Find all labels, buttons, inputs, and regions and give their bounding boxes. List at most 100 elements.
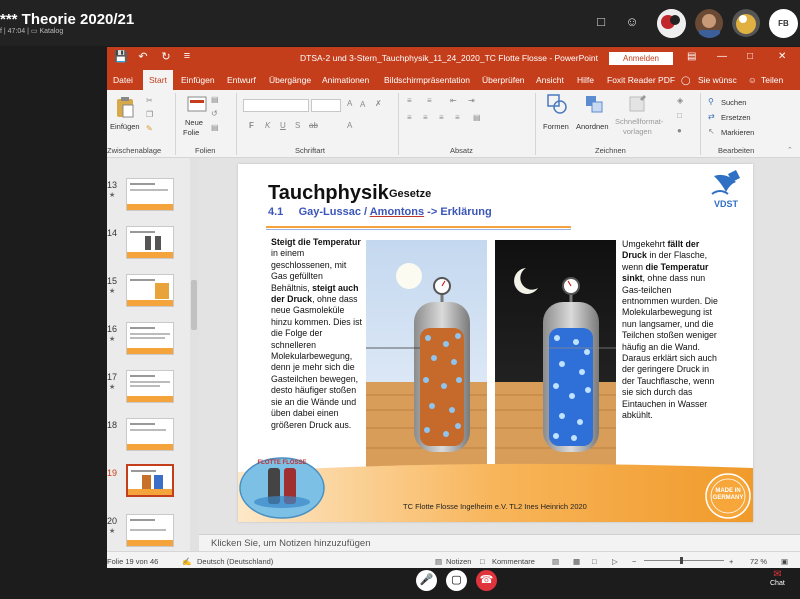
slide-thumbnail-16[interactable] <box>126 322 174 355</box>
shapes-label[interactable]: Formen <box>543 122 569 131</box>
redo-icon[interactable]: ↻ <box>158 50 174 63</box>
arrange-label[interactable]: Anordnen <box>576 122 609 131</box>
font-color-icon[interactable]: A <box>347 121 352 130</box>
search-icon[interactable]: ⚲ <box>708 97 714 106</box>
notes-button[interactable]: Notizen <box>446 557 471 566</box>
tab-foxit[interactable]: Foxit Reader PDF <box>607 75 675 85</box>
slide-thumbnail-14[interactable] <box>126 226 174 259</box>
collapse-ribbon-icon[interactable]: ⌃ <box>787 146 793 154</box>
hang-up-icon[interactable]: ☎ <box>476 570 497 591</box>
close-icon[interactable]: ✕ <box>778 51 786 62</box>
slide-thumbnail-15[interactable] <box>126 274 174 307</box>
slide-thumbnail-20[interactable] <box>126 514 174 547</box>
tab-ansicht[interactable]: Ansicht <box>536 75 564 85</box>
customize-qat-icon[interactable]: ≡ <box>179 50 195 62</box>
grow-font-icon[interactable]: A <box>347 99 352 108</box>
avatar-initials[interactable]: FB <box>769 9 798 38</box>
align-right-icon[interactable]: ≡ <box>439 113 444 122</box>
avatar[interactable] <box>732 9 761 38</box>
arrange-icon[interactable] <box>584 94 604 114</box>
zoom-level[interactable]: 72 % <box>750 557 767 566</box>
replace-label[interactable]: Ersetzen <box>721 113 751 122</box>
effects-icon[interactable]: ● <box>677 126 682 135</box>
language-status[interactable]: Deutsch (Deutschland) <box>197 557 273 566</box>
reading-view-icon[interactable]: □ <box>592 557 597 566</box>
spellcheck-icon[interactable]: ✍ <box>182 557 191 566</box>
quick-styles-label-2[interactable]: vorlagen <box>623 127 652 136</box>
tell-me-search[interactable]: Sie wünsc <box>698 75 737 85</box>
align-left-icon[interactable]: ≡ <box>407 113 412 122</box>
paste-icon[interactable] <box>115 96 135 118</box>
numbering-icon[interactable]: ≡ <box>427 96 432 105</box>
undo-icon[interactable]: ↶ <box>135 50 151 63</box>
tab-datei[interactable]: Datei <box>113 75 133 85</box>
tab-animationen[interactable]: Animationen <box>322 75 369 85</box>
camera-icon[interactable]: ▢ <box>446 570 467 591</box>
decrease-indent-icon[interactable]: ⇤ <box>450 96 457 105</box>
microphone-icon[interactable]: 🎤 <box>416 570 437 591</box>
thumbnail-scroll-thumb[interactable] <box>191 280 197 330</box>
fill-icon[interactable]: ◈ <box>677 96 683 105</box>
bold-button[interactable]: F <box>249 121 254 130</box>
reset-icon[interactable]: ↺ <box>211 109 218 118</box>
outline-icon[interactable]: □ <box>677 111 682 120</box>
slideshow-icon[interactable]: ▷ <box>612 557 618 566</box>
quick-styles-icon[interactable] <box>627 94 647 114</box>
ribbon-display-icon[interactable]: ▤ <box>687 51 696 62</box>
chat-button[interactable]: ✉ Chat <box>770 569 785 587</box>
align-center-icon[interactable]: ≡ <box>423 113 428 122</box>
italic-button[interactable]: K <box>265 121 270 130</box>
slide-thumbnail-13[interactable] <box>126 178 174 211</box>
new-slide-label-1[interactable]: Neue <box>185 118 203 127</box>
copy-icon[interactable]: ❐ <box>146 110 153 119</box>
slide-thumbnail-18[interactable] <box>126 418 174 451</box>
minimize-icon[interactable]: — <box>717 51 727 62</box>
zoom-out-icon[interactable]: − <box>632 557 636 566</box>
add-participant-icon[interactable]: ☺ <box>624 14 640 30</box>
strikethrough-button[interactable]: ab <box>309 121 318 130</box>
font-size-field[interactable] <box>311 99 341 112</box>
share-button[interactable]: Teilen <box>761 75 783 85</box>
select-label[interactable]: Markieren <box>721 128 754 137</box>
current-slide[interactable]: Tauchphysik Gesetze 4.1 Gay-Lussac / Amo… <box>238 164 753 522</box>
signin-button[interactable]: Anmelden <box>609 52 673 65</box>
comments-button[interactable]: Kommentare <box>492 557 535 566</box>
shadow-button[interactable]: S <box>295 121 300 130</box>
maximize-icon[interactable]: □ <box>747 51 753 62</box>
tab-ueberpruefen[interactable]: Überprüfen <box>482 75 525 85</box>
tab-einfuegen[interactable]: Einfügen <box>181 75 215 85</box>
slide-thumbnail-17[interactable] <box>126 370 174 403</box>
notes-pane[interactable]: Klicken Sie, um Notizen hinzuzufügen <box>199 534 800 551</box>
shapes-icon[interactable] <box>547 94 567 114</box>
select-icon[interactable]: ↖ <box>708 127 715 136</box>
section-icon[interactable]: ▤ <box>211 123 219 132</box>
cut-icon[interactable]: ✂ <box>146 96 153 105</box>
zoom-slider[interactable] <box>644 560 724 561</box>
paste-label[interactable]: Einfügen <box>110 122 140 131</box>
share-icon[interactable]: ☺ <box>748 75 757 85</box>
comments-icon[interactable]: □ <box>480 557 485 566</box>
tab-hilfe[interactable]: Hilfe <box>577 75 594 85</box>
tab-start[interactable]: Start <box>143 70 173 90</box>
zoom-slider-thumb[interactable] <box>680 557 683 564</box>
avatar[interactable] <box>657 9 686 38</box>
tab-bildschirmpraesentation[interactable]: Bildschirmpräsentation <box>384 75 470 85</box>
tab-uebergaenge[interactable]: Übergänge <box>269 75 311 85</box>
fullscreen-icon[interactable]: □ <box>593 14 609 30</box>
clear-format-icon[interactable]: ✗ <box>375 99 382 108</box>
slide-sorter-icon[interactable]: ▦ <box>573 557 580 566</box>
tab-entwurf[interactable]: Entwurf <box>227 75 256 85</box>
new-slide-label-2[interactable]: Folie <box>183 128 199 137</box>
quick-styles-label-1[interactable]: Schnellformat- <box>615 117 663 126</box>
slide-thumbnail-19[interactable] <box>126 464 174 497</box>
fit-slide-icon[interactable]: ▣ <box>781 557 788 566</box>
lightbulb-icon[interactable]: ◯ <box>681 75 691 86</box>
normal-view-icon[interactable]: ▤ <box>552 557 559 566</box>
zoom-in-icon[interactable]: + <box>729 557 733 566</box>
find-label[interactable]: Suchen <box>721 98 746 107</box>
notes-icon[interactable]: ▤ <box>435 557 442 566</box>
shrink-font-icon[interactable]: A <box>360 100 365 109</box>
save-icon[interactable]: 💾 <box>113 50 129 63</box>
columns-icon[interactable]: ▤ <box>473 113 481 122</box>
layout-icon[interactable]: ▤ <box>211 95 219 104</box>
